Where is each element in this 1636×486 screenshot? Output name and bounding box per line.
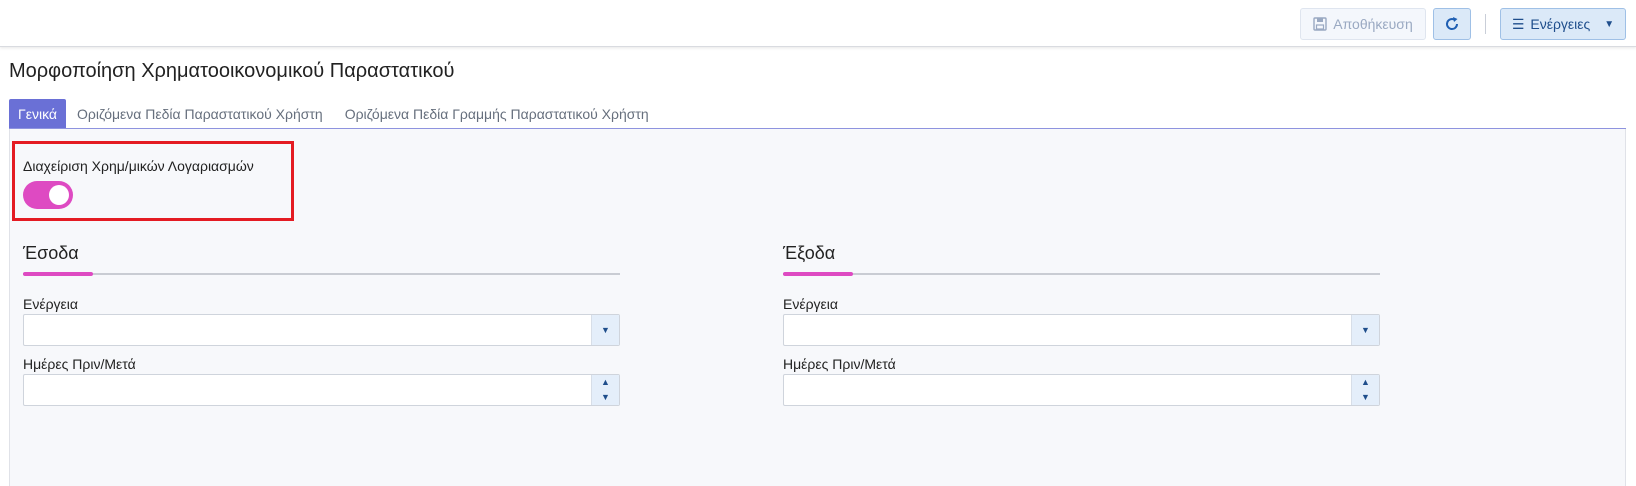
hamburger-icon: ☰ xyxy=(1511,16,1525,32)
page-title: Μορφοποίηση Χρηματοοικονομικού Παραστατι… xyxy=(9,60,455,82)
toggle-knob xyxy=(49,185,69,205)
expense-section-accent xyxy=(783,272,853,276)
dropdown-arrow-icon[interactable]: ▼ xyxy=(1351,315,1379,345)
save-icon xyxy=(1313,17,1327,31)
expense-days-input[interactable]: ▲ ▼ xyxy=(783,374,1380,406)
actions-button-label: Ενέργειες xyxy=(1530,16,1591,32)
top-toolbar: Αποθήκευση ☰ Ενέργειες ▼ xyxy=(0,0,1636,47)
financial-accounts-toggle-label: Διαχείριση Χρημ/μικών Λογαριασμών xyxy=(23,158,254,174)
refresh-button[interactable] xyxy=(1433,8,1471,40)
income-action-select[interactable]: ▼ xyxy=(23,314,620,346)
spin-up-icon[interactable]: ▲ xyxy=(592,375,619,390)
save-button-label: Αποθήκευση xyxy=(1333,16,1413,32)
income-days-input[interactable]: ▲ ▼ xyxy=(23,374,620,406)
expense-action-select[interactable]: ▼ xyxy=(783,314,1380,346)
income-days-label: Ημέρες Πριν/Μετά xyxy=(23,356,136,372)
financial-accounts-toggle[interactable] xyxy=(23,181,73,209)
income-section-rule xyxy=(23,272,620,276)
income-section-title: Έσοδα xyxy=(23,243,79,263)
tab-bar: Γενικά Οριζόμενα Πεδία Παραστατικού Χρήσ… xyxy=(9,99,660,129)
expense-days-spinner: ▲ ▼ xyxy=(1351,375,1379,405)
expense-days-label: Ημέρες Πριν/Μετά xyxy=(783,356,896,372)
caret-down-icon: ▼ xyxy=(1604,18,1615,30)
spin-down-icon[interactable]: ▼ xyxy=(1352,390,1379,405)
expense-section-rule xyxy=(783,272,1380,276)
tab-user-line-fields[interactable]: Οριζόμενα Πεδία Γραμμής Παραστατικού Χρή… xyxy=(334,99,660,129)
income-days-spinner: ▲ ▼ xyxy=(591,375,619,405)
tab-general[interactable]: Γενικά xyxy=(9,99,66,129)
toolbar-divider xyxy=(1485,14,1486,34)
refresh-icon xyxy=(1446,17,1459,30)
income-section-accent xyxy=(23,272,93,276)
dropdown-arrow-icon[interactable]: ▼ xyxy=(591,315,619,345)
save-button[interactable]: Αποθήκευση xyxy=(1300,8,1426,40)
expense-action-label: Ενέργεια xyxy=(783,296,838,312)
actions-button[interactable]: ☰ Ενέργειες ▼ xyxy=(1500,8,1626,40)
income-action-label: Ενέργεια xyxy=(23,296,78,312)
tab-user-document-fields[interactable]: Οριζόμενα Πεδία Παραστατικού Χρήστη xyxy=(66,99,334,129)
spin-up-icon[interactable]: ▲ xyxy=(1352,375,1379,390)
spin-down-icon[interactable]: ▼ xyxy=(592,390,619,405)
expense-section-title: Έξοδα xyxy=(783,243,836,263)
